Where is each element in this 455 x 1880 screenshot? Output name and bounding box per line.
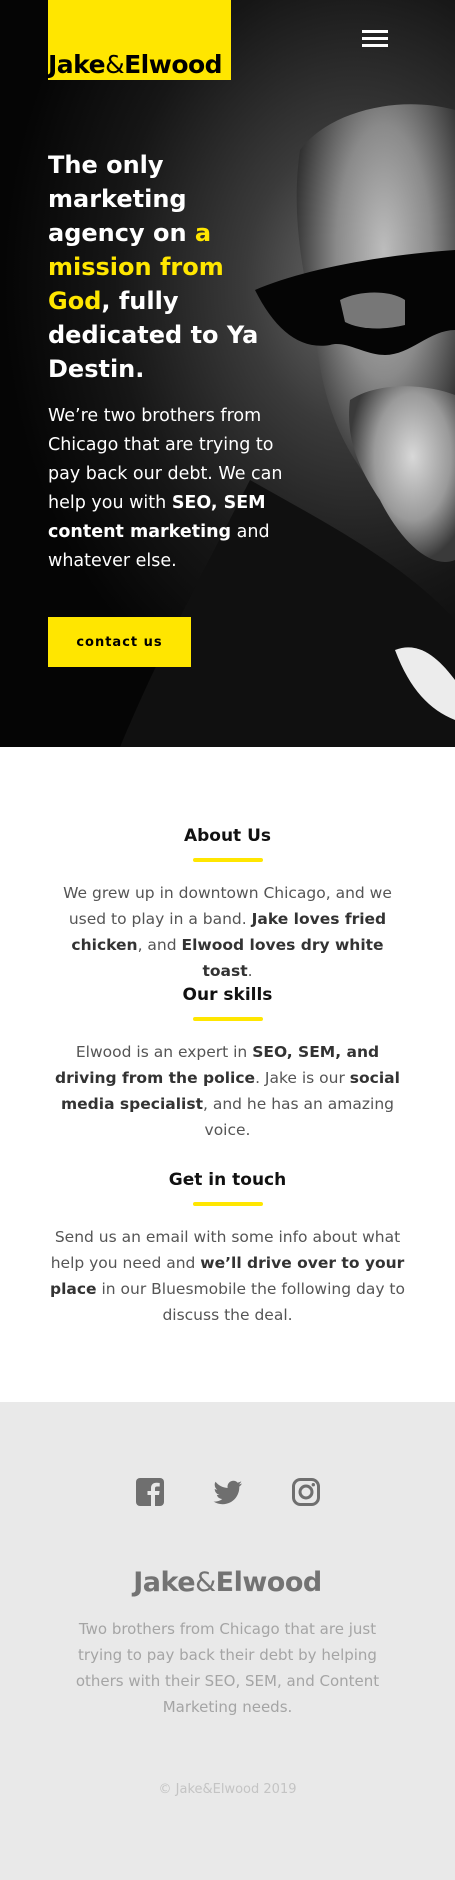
about-bold: Elwood loves dry white toast	[181, 936, 384, 980]
hero-section: Jake&Elwood The only marketing agency on…	[0, 0, 455, 747]
contact-title: Get in touch	[168, 1170, 287, 1190]
social-links	[0, 1477, 455, 1507]
menu-line	[362, 30, 388, 33]
twitter-icon[interactable]	[213, 1477, 243, 1507]
skills-title: Our skills	[182, 985, 273, 1005]
contact-us-button[interactable]: contact us	[48, 617, 191, 667]
menu-line	[362, 44, 388, 47]
logo[interactable]: Jake&Elwood	[48, 50, 223, 79]
about-section: About Us We grew up in downtown Chicago,…	[0, 826, 455, 984]
contact-section: Get in touch Send us an email with some …	[0, 1170, 455, 1328]
about-text: , and	[137, 936, 182, 954]
menu-line	[362, 37, 388, 40]
facebook-icon[interactable]	[135, 1477, 165, 1507]
title-underline	[192, 858, 263, 862]
hamburger-menu-icon[interactable]	[360, 26, 390, 52]
footer: Jake&Elwood Two brothers from Chicago th…	[0, 1402, 455, 1880]
skills-body: Elwood is an expert in SEO, SEM, and dri…	[48, 1039, 408, 1143]
contact-body: Send us an email with some info about wh…	[48, 1224, 408, 1328]
skills-section: Our skills Elwood is an expert in SEO, S…	[0, 985, 455, 1143]
copyright: © Jake&Elwood 2019	[158, 1782, 297, 1797]
logo-elwood: Elwood	[124, 50, 223, 79]
logo-ampersand: &	[105, 50, 125, 79]
skills-text: . Jake is our	[255, 1069, 350, 1087]
hero-title: The only marketing agency on a mission f…	[48, 148, 288, 386]
hero-title-part1: The only marketing agency on	[48, 151, 195, 247]
logo-jake: Jake	[48, 50, 106, 79]
title-underline	[192, 1202, 263, 1206]
footer-tagline: Two brothers from Chicago that are just …	[75, 1620, 380, 1716]
about-body: We grew up in downtown Chicago, and we u…	[48, 880, 408, 984]
footer-logo-jake: Jake	[133, 1567, 196, 1598]
skills-text: , and he has an amazing voice.	[202, 1095, 394, 1139]
title-underline	[192, 1017, 263, 1021]
footer-logo-ampersand: &	[195, 1567, 216, 1598]
about-text: .	[247, 962, 253, 980]
skills-text: Elwood is an expert in	[75, 1043, 253, 1061]
about-title: About Us	[183, 826, 272, 846]
hero-description: We’re two brothers from Chicago that are…	[48, 402, 288, 576]
contact-text: in our Bluesmobile the following day to …	[96, 1280, 405, 1324]
instagram-icon[interactable]	[291, 1477, 321, 1507]
footer-logo-elwood: Elwood	[215, 1567, 323, 1598]
footer-logo[interactable]: Jake&Elwood	[0, 1567, 455, 1598]
